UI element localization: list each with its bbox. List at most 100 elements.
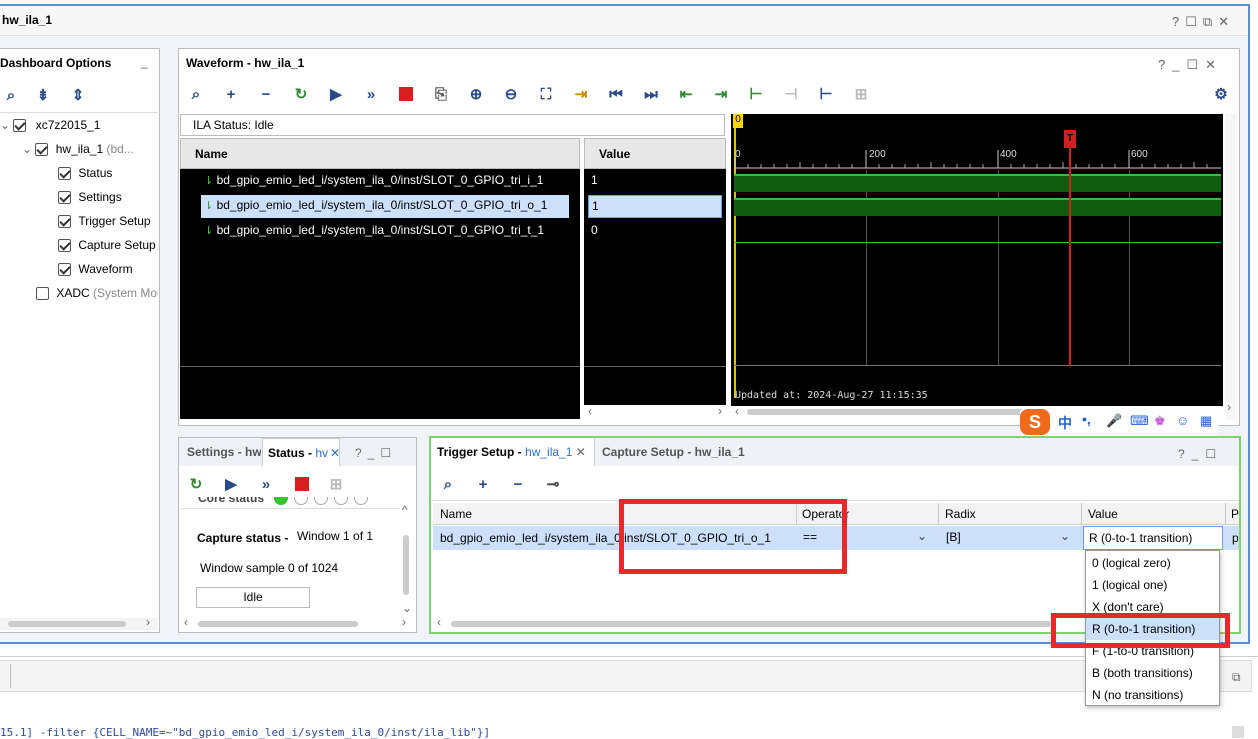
tree-device[interactable]: ⌄ xc7z2015_1 [0, 114, 100, 136]
console-vscroll-button[interactable] [1232, 726, 1244, 738]
float-icon[interactable]: ⧉ [1203, 14, 1218, 29]
name-column-header[interactable]: Name [180, 138, 580, 169]
previous-marker-icon[interactable]: ⊣ [780, 83, 802, 105]
swap-cursors-icon[interactable]: ⊞ [850, 83, 872, 105]
col-radix[interactable]: Radix [945, 507, 976, 521]
zoom-in-icon[interactable]: ⊕ [465, 83, 487, 105]
ime-chinese-mode-icon[interactable]: 中 [1058, 413, 1072, 433]
signal-row-selected[interactable]: ⇂ bd_gpio_emio_led_i/system_ila_0/inst/S… [201, 195, 569, 218]
tree-item-settings[interactable]: Settings [58, 186, 122, 208]
run-trigger-icon[interactable]: ▶ [220, 473, 242, 495]
next-transition-icon[interactable]: ⇥ [710, 83, 732, 105]
dashboard-title: Dashboard Options [0, 56, 112, 70]
ime-skin-icon[interactable]: ♚ [1154, 413, 1166, 429]
help-icon[interactable]: ? [1172, 14, 1185, 29]
dropdown-option[interactable]: 1 (logical one) [1086, 574, 1219, 596]
signal-icon: ⇂ [204, 200, 214, 212]
settings-gear-icon[interactable]: ⚙ [1210, 83, 1232, 105]
previous-transition-icon[interactable]: ⇤ [675, 83, 697, 105]
chevron-down-icon: ⌄ [1059, 529, 1070, 543]
go-to-cursor-icon[interactable]: ⇥ [570, 83, 592, 105]
tree-item-trigger-setup[interactable]: Trigger Setup [58, 210, 151, 232]
signal-icon: ⇂ [204, 175, 214, 187]
ime-punct-icon[interactable]: •, [1082, 411, 1091, 427]
next-marker-icon[interactable]: ⊢ [815, 83, 837, 105]
stop-icon[interactable] [295, 477, 309, 491]
dropdown-option[interactable]: 0 (logical zero) [1086, 552, 1219, 574]
ime-grid-icon[interactable]: ▦ [1200, 413, 1212, 429]
dashboard-hscroll[interactable]: › [0, 615, 158, 630]
run-trigger-immediate-icon[interactable]: ↻ [185, 473, 207, 495]
remove-probe-icon[interactable]: − [507, 473, 529, 495]
signal-row[interactable]: ⇂ bd_gpio_emio_led_i/system_ila_0/inst/S… [204, 223, 544, 237]
value-select[interactable]: R (0-to-1 transition) [1083, 526, 1223, 550]
trigger-row-port: p [1232, 531, 1239, 545]
tab-trigger-setup[interactable]: Trigger Setup - hw_ila_1 ✕ [431, 438, 595, 466]
status-vscroll[interactable]: ^ ⌄ [400, 503, 414, 615]
tree-item-status[interactable]: Status [58, 162, 112, 184]
tab-settings[interactable]: Settings - hw [187, 445, 261, 459]
signal-value: 0 [591, 223, 598, 237]
signal-value-selected[interactable]: 1 [588, 195, 722, 218]
run-repeat-icon[interactable]: » [255, 473, 277, 495]
remove-icon[interactable]: − [255, 83, 277, 105]
col-value[interactable]: Value [1088, 507, 1118, 521]
run-trigger-immediate-icon[interactable]: ↻ [290, 83, 312, 105]
run-repeat-icon[interactable]: » [360, 83, 382, 105]
signal-value: 1 [591, 173, 598, 187]
search-icon[interactable]: ⌕ [437, 473, 459, 495]
minimize-icon[interactable]: _ [141, 55, 148, 69]
wave-bus-2 [734, 198, 1221, 216]
trigger-marker[interactable]: T [1064, 130, 1076, 148]
capture-status-value: Window 1 of 1 [297, 529, 374, 543]
zoom-out-icon[interactable]: ⊖ [500, 83, 522, 105]
go-to-end-icon[interactable]: ⏭ [640, 83, 662, 105]
tree-ila[interactable]: ⌄ hw_ila_1 (bd... [22, 138, 134, 160]
cursor-left-marker[interactable]: 0 [733, 114, 743, 128]
add-icon[interactable]: + [220, 83, 242, 105]
float-icon[interactable]: ⧉ [1232, 670, 1241, 685]
tree-item-capture-setup[interactable]: Capture Setup [58, 234, 156, 256]
trigger-condition-icon[interactable]: ⊸ [542, 473, 564, 495]
zoom-fit-icon[interactable]: ⛶ [535, 83, 557, 105]
export-icon[interactable]: ⎘ [430, 83, 452, 105]
add-probe-icon[interactable]: + [472, 473, 494, 495]
waveform-window-controls: ?_☐✕ [1158, 57, 1224, 72]
window-controls: ?☐⧉✕ [1172, 14, 1235, 30]
tab-status[interactable]: Status - hv ✕ [262, 438, 340, 466]
status-hscroll[interactable]: ‹ › [180, 615, 416, 630]
annotation-highlight-box [619, 499, 847, 574]
add-marker-icon[interactable]: ⊢ [745, 83, 767, 105]
close-tab-icon[interactable]: ✕ [330, 446, 339, 460]
values-hscroll[interactable]: ‹ › [584, 404, 726, 419]
expand-all-icon[interactable]: ⇕ [67, 84, 89, 106]
collapse-all-icon[interactable]: ⇟ [32, 84, 54, 106]
tab-capture-setup[interactable]: Capture Setup - hw_ila_1 [602, 445, 745, 459]
go-to-start-icon[interactable]: ⏮ [605, 83, 627, 105]
signal-row[interactable]: ⇂ bd_gpio_emio_led_i/system_ila_0/inst/S… [204, 173, 543, 187]
radix-select[interactable]: [B] ⌄ [942, 528, 1078, 548]
col-port[interactable]: P [1231, 507, 1239, 521]
close-icon[interactable]: ✕ [1218, 14, 1235, 29]
console-line: 15.1] -filter {CELL_NAME=~"bd_gpio_emio_… [0, 726, 491, 739]
dropdown-option[interactable]: B (both transitions) [1086, 662, 1219, 684]
capture-status-label: Capture status - [197, 531, 289, 545]
search-icon[interactable]: ⌕ [0, 84, 22, 106]
search-icon[interactable]: ⌕ [185, 83, 207, 105]
run-trigger-icon[interactable]: ▶ [325, 83, 347, 105]
ime-toolbar[interactable]: S 中 •, 🎤 ⌨ ♚ ☺ ▦ [1020, 409, 1218, 437]
col-name[interactable]: Name [440, 507, 472, 521]
value-column-header[interactable]: Value [584, 138, 726, 169]
tick-label: 0 [735, 149, 741, 160]
tree-item-waveform[interactable]: Waveform [58, 258, 133, 280]
timeline-ruler [734, 150, 1221, 169]
ime-voice-icon[interactable]: 🎤 [1106, 413, 1122, 429]
ime-keyboard-icon[interactable]: ⌨ [1130, 413, 1149, 429]
restore-icon[interactable]: ☐ [1185, 14, 1203, 29]
stop-icon[interactable] [399, 87, 413, 101]
waveform-vscroll[interactable]: › [1225, 114, 1237, 420]
close-tab-icon[interactable]: ✕ [576, 445, 586, 459]
tree-item-xadc[interactable]: XADC (System Mon [36, 282, 158, 304]
dropdown-option[interactable]: N (no transitions) [1086, 684, 1219, 706]
ime-game-icon[interactable]: ☺ [1176, 413, 1189, 428]
